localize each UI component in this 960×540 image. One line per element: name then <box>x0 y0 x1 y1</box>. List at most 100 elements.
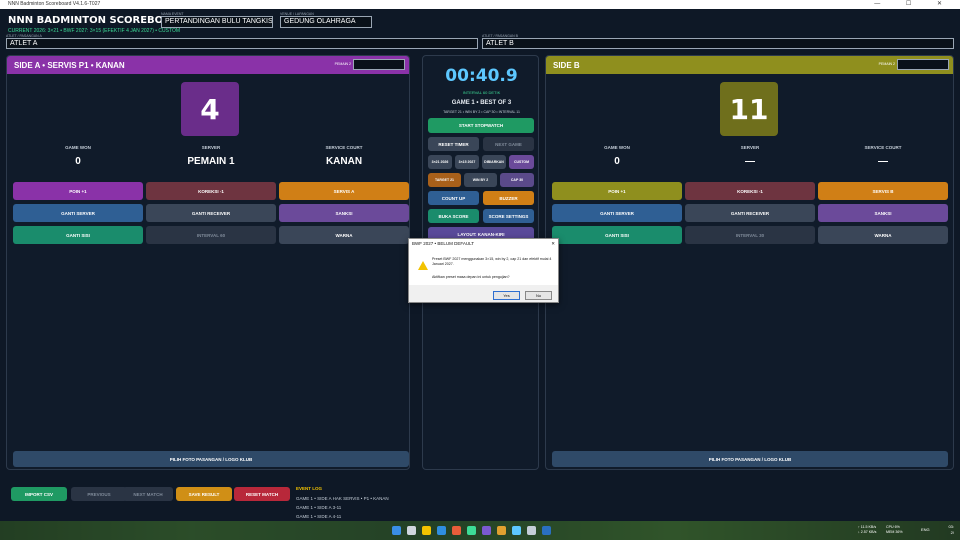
buzzer-button[interactable]: BUZZER <box>483 191 534 205</box>
side-a-correct-button[interactable]: KOREKSI -1 <box>146 182 276 200</box>
app-icon[interactable] <box>542 526 551 535</box>
event-log-title: EVENT LOG <box>296 486 323 491</box>
app-icon[interactable] <box>467 526 476 535</box>
side-b-interval-button[interactable]: INTERVAL 30 <box>685 226 815 244</box>
yes-button[interactable]: Yes <box>493 291 520 300</box>
app-icon[interactable] <box>482 526 491 535</box>
side-b-title: SIDE B <box>553 60 580 70</box>
venue-input[interactable]: GEDUNG OLAHRAGA <box>280 16 372 28</box>
cap-button[interactable]: CAP 30 <box>500 173 534 187</box>
side-b-color-button[interactable]: WARNA <box>818 226 948 244</box>
side-a-photo-button[interactable]: PILIH FOTO PASANGAN / LOGO KLUB <box>13 451 409 467</box>
athlete-a-input[interactable]: ATLET A <box>6 38 478 49</box>
side-a-title: SIDE A • SERVIS P1 • KANAN <box>14 60 125 70</box>
game-won-value: 0 <box>75 156 81 167</box>
target-button[interactable]: TARGET 21 <box>428 173 461 187</box>
window-titlebar: NNN Badminton Scoreboard V4.1.6-T027 — ☐… <box>0 0 960 9</box>
score-settings-button[interactable]: SCORE SETTINGS <box>483 209 534 223</box>
next-match-button[interactable]: NEXT MATCH <box>123 487 173 501</box>
reset-timer-button[interactable]: RESET TIMER <box>428 137 479 151</box>
court-value: KANAN <box>325 156 363 167</box>
event-field: NAMA EVENT PERTANDINGAN BULU TANGKIS <box>161 12 273 28</box>
athlete-b-input[interactable]: ATLET B <box>482 38 954 49</box>
court-label: SERVICE COURT <box>325 145 363 150</box>
file-explorer-icon[interactable] <box>422 526 431 535</box>
side-b-photo-button[interactable]: PILIH FOTO PASANGAN / LOGO KLUB <box>552 451 948 467</box>
no-button[interactable]: No <box>525 291 552 300</box>
interval-label: INTERVAL 60 DETIK <box>462 90 501 95</box>
game-won-label: GAME WON <box>604 145 630 150</box>
side-b-server: SERVER — <box>683 145 817 167</box>
athlete-b-field: ATLET / PASANGAN B ATLET B <box>482 34 954 49</box>
language-indicator[interactable]: ENG <box>921 527 930 532</box>
win-by-button[interactable]: WIN BY 2 <box>464 173 497 187</box>
side-b-court: SERVICE COURT — <box>816 145 950 167</box>
server-value: — <box>745 156 755 167</box>
edge-icon[interactable] <box>437 526 446 535</box>
app-icon[interactable] <box>512 526 521 535</box>
app-icon[interactable] <box>497 526 506 535</box>
server-label: SERVER <box>201 145 221 150</box>
server-label: SERVER <box>740 145 760 150</box>
preset-keep-button[interactable]: DIBIARKAN <box>482 155 506 169</box>
window-controls[interactable]: — ☐ ✕ <box>874 0 954 9</box>
app-icon[interactable] <box>527 526 536 535</box>
import-csv-button[interactable]: IMPORT CSV <box>11 487 67 501</box>
side-a-panel: SIDE A • SERVIS P1 • KANAN PEMAIN 2 4 GA… <box>6 55 410 470</box>
preset-custom-button[interactable]: CUSTOM <box>509 155 534 169</box>
clock[interactable]: 03: 2/ <box>948 524 954 536</box>
save-result-button[interactable]: SAVE RESULT <box>176 487 232 501</box>
side-a-interval-button[interactable]: INTERVAL 60 <box>146 226 276 244</box>
previous-button[interactable]: PREVIOUS <box>71 487 127 501</box>
side-a-swap-server-button[interactable]: GANTI SERVER <box>13 204 143 222</box>
side-b-warning-button[interactable]: SANKSI <box>818 204 948 222</box>
side-b-swap-receiver-button[interactable]: GANTI RECEIVER <box>685 204 815 222</box>
side-a-score: 4 <box>181 82 239 136</box>
open-score-button[interactable]: BUKA SCORE <box>428 209 479 223</box>
side-a-serve-button[interactable]: SERVIS A <box>279 182 409 200</box>
search-icon[interactable] <box>407 526 416 535</box>
app-title: NNN BADMINTON SCOREBOARD <box>8 15 187 26</box>
side-a-court: SERVICE COURT KANAN <box>277 145 411 167</box>
game-won-label: GAME WON <box>65 145 91 150</box>
side-b-serve-button[interactable]: SERVIS B <box>818 182 948 200</box>
side-a-warning-button[interactable]: SANKSI <box>279 204 409 222</box>
close-icon[interactable]: ✕ <box>551 239 555 248</box>
side-b-swap-side-button[interactable]: GANTI SISI <box>552 226 682 244</box>
preset-2026-button[interactable]: 3×21 2026 <box>428 155 452 169</box>
network-speed: ↑ 11.5 KB/s ↓ 2.57 KB/s <box>858 525 876 535</box>
dialog-titlebar: BWF 2027 • BELUM DEFAULT ✕ <box>409 239 558 248</box>
side-a-game-won: GAME WON 0 <box>11 145 145 167</box>
chrome-icon[interactable] <box>452 526 461 535</box>
taskbar: ↑ 11.5 KB/s ↓ 2.57 KB/s CPU 6% MEM 36% E… <box>0 521 960 540</box>
side-a-swap-receiver-button[interactable]: GANTI RECEIVER <box>146 204 276 222</box>
system-usage: CPU 6% MEM 36% <box>886 525 903 535</box>
side-b-correct-button[interactable]: KOREKSI -1 <box>685 182 815 200</box>
side-b-player-input[interactable] <box>897 59 949 70</box>
side-b-score: 11 <box>720 82 778 136</box>
side-a-player-input[interactable] <box>353 59 405 70</box>
side-b-player-label: PEMAIN 2 <box>878 62 895 66</box>
dialog-body: Preset BWF 2027 menggunakan 3×15, win by… <box>409 248 558 285</box>
event-log-entry: GAME 1 • SIDE A 3-11 <box>296 505 342 510</box>
warning-icon <box>418 261 428 270</box>
side-a-swap-side-button[interactable]: GANTI SISI <box>13 226 143 244</box>
venue-field: VENUE / LAPANGAN GEDUNG OLAHRAGA <box>280 12 372 28</box>
next-game-button[interactable]: NEXT GAME <box>483 137 534 151</box>
count-up-button[interactable]: COUNT UP <box>428 191 479 205</box>
start-stopwatch-button[interactable]: START STOPWATCH <box>428 118 534 133</box>
athlete-a-field: ATLET / PASANGAN A ATLET A <box>6 34 478 49</box>
side-b-header: SIDE B PEMAIN 2 <box>546 56 953 74</box>
taskbar-apps <box>392 526 551 535</box>
side-a-server: SERVER PEMAIN 1 <box>144 145 278 167</box>
start-icon[interactable] <box>392 526 401 535</box>
side-a-color-button[interactable]: WARNA <box>279 226 409 244</box>
event-log: EVENT LOG GAME 1 • SIDE A HAK SERVIS • P… <box>296 486 389 521</box>
preset-2027-button[interactable]: 3×15 2027 <box>455 155 479 169</box>
side-b-swap-server-button[interactable]: GANTI SERVER <box>552 204 682 222</box>
event-input[interactable]: PERTANDINGAN BULU TANGKIS <box>161 16 273 28</box>
side-b-point-button[interactable]: POIN +1 <box>552 182 682 200</box>
side-a-point-button[interactable]: POIN +1 <box>13 182 143 200</box>
reset-match-button[interactable]: RESET MATCH <box>234 487 290 501</box>
dialog-question: Aktifkan preset masa depan ini untuk pen… <box>432 275 510 279</box>
